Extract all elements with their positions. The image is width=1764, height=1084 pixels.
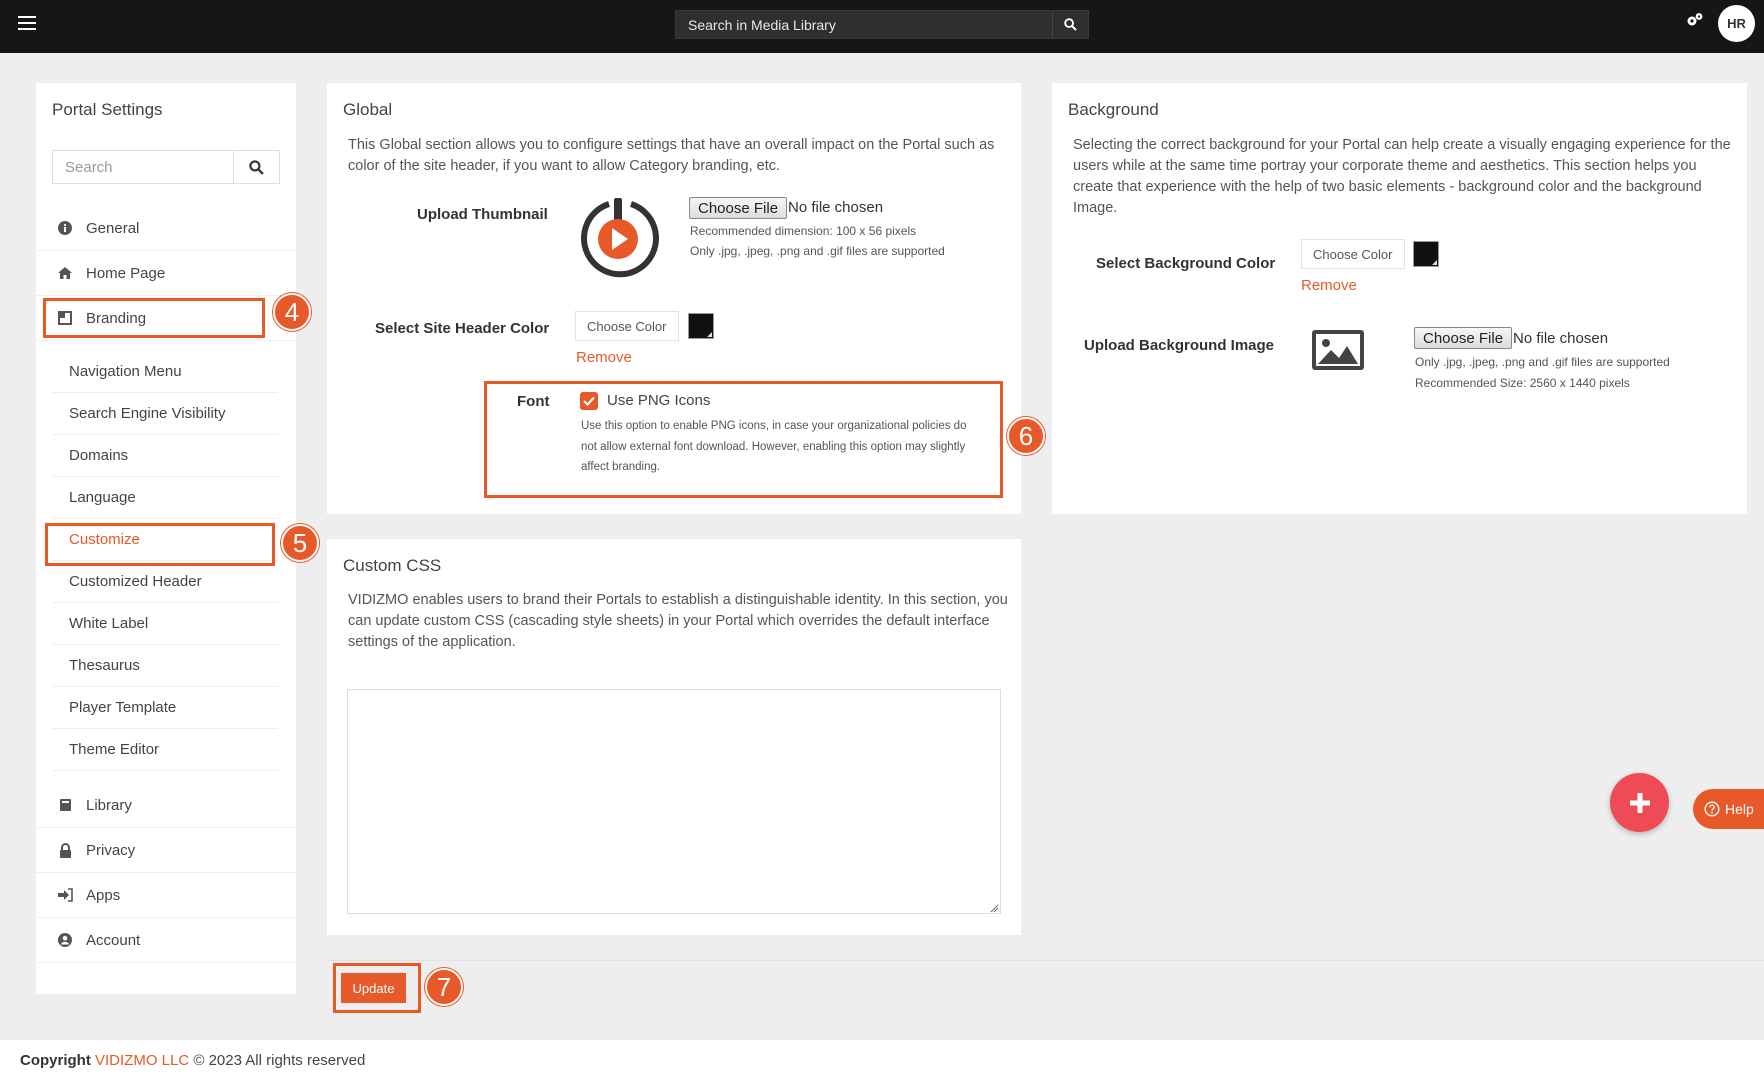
- step-badge-4: 4: [273, 293, 311, 331]
- background-description: Selecting the correct background for you…: [1073, 137, 1731, 216]
- top-navbar: Search in Media Library HR: [0, 0, 1764, 53]
- custom-css-textarea[interactable]: [347, 689, 1001, 914]
- sidebar-subitem-white-label[interactable]: White Label: [52, 603, 278, 645]
- background-image-label: Upload Background Image: [1084, 337, 1275, 354]
- sidebar-subitem-customized-header[interactable]: Customized Header: [52, 561, 278, 603]
- custom-css-title: Custom CSS: [343, 556, 442, 575]
- sidebar-subitem-label: Navigation Menu: [69, 363, 182, 380]
- resize-handle-icon[interactable]: [989, 900, 999, 918]
- upload-thumbnail-label: Upload Thumbnail: [417, 206, 548, 223]
- help-button[interactable]: Help: [1693, 789, 1764, 829]
- sidebar-subitem-label: Domains: [69, 447, 129, 464]
- step-badge-5: 5: [281, 524, 319, 562]
- sidebar-subitem-search-engine-visibility[interactable]: Search Engine Visibility: [52, 393, 278, 435]
- image-placeholder-icon: [1311, 329, 1365, 376]
- header-color-label: Select Site Header Color: [375, 320, 550, 337]
- sidebar-item-account[interactable]: Account: [36, 918, 296, 963]
- highlight-box-customize: [45, 523, 275, 566]
- sidebar-subitem-theme-editor[interactable]: Theme Editor: [52, 729, 278, 771]
- background-size-note: Recommended Size: 2560 x 1440 pixels: [1415, 376, 1630, 390]
- info-circle-icon: [56, 221, 74, 235]
- company-link[interactable]: VIDIZMO LLC: [95, 1052, 189, 1069]
- sidebar-subitem-label: Language: [69, 489, 136, 506]
- user-avatar[interactable]: HR: [1718, 5, 1755, 42]
- sidebar-item-library[interactable]: Library: [36, 783, 296, 828]
- background-color-label: Select Background Color: [1096, 255, 1276, 272]
- thumbnail-no-file-text: No file chosen: [788, 199, 884, 216]
- sidebar-search[interactable]: Search: [52, 150, 280, 184]
- copyright-suffix: © 2023 All rights reserved: [193, 1052, 366, 1069]
- highlight-box-branding: [43, 298, 265, 338]
- background-format-note: Only .jpg, .jpeg, .png and .gif files ar…: [1415, 355, 1670, 369]
- sidebar-item-privacy[interactable]: Privacy: [36, 828, 296, 873]
- background-title: Background: [1068, 100, 1159, 119]
- sidebar-title: Portal Settings: [52, 100, 163, 119]
- sidebar-item-label: Privacy: [86, 841, 136, 859]
- thumbnail-dimension-note: Recommended dimension: 100 x 56 pixels: [690, 224, 917, 238]
- sidebar-search-input[interactable]: Search: [65, 159, 113, 176]
- sidebar-item-home-page[interactable]: Home Page: [36, 251, 296, 296]
- sign-in-icon: [56, 888, 74, 902]
- copyright-text: Copyright VIDIZMO LLC © 2023 All rights …: [20, 1052, 365, 1069]
- thumbnail-format-note: Only .jpg, .jpeg, .png and .gif files ar…: [690, 244, 945, 258]
- sidebar-subitem-label: Player Template: [69, 699, 177, 716]
- search-icon[interactable]: [1052, 11, 1088, 38]
- settings-gears-icon[interactable]: [1686, 12, 1704, 33]
- sidebar-subitem-navigation-menu[interactable]: Navigation Menu: [52, 351, 278, 393]
- background-choose-file-button[interactable]: Choose File: [1414, 327, 1513, 349]
- help-label: Help: [1725, 801, 1754, 817]
- sidebar-subitem-label: Thesaurus: [69, 657, 140, 674]
- header-choose-color-button[interactable]: Choose Color: [575, 311, 679, 341]
- background-color-remove-link[interactable]: Remove: [1301, 277, 1357, 294]
- media-search-box[interactable]: Search in Media Library: [675, 10, 1089, 39]
- sidebar-item-apps[interactable]: Apps: [36, 873, 296, 918]
- background-choose-color-button[interactable]: Choose Color: [1301, 239, 1405, 269]
- lock-icon: [56, 842, 74, 858]
- header-color-swatch[interactable]: [688, 313, 714, 339]
- background-panel: Background Selecting the correct backgro…: [1052, 83, 1747, 514]
- search-icon[interactable]: [233, 151, 279, 183]
- sidebar-subitem-player-template[interactable]: Player Template: [52, 687, 278, 729]
- sidebar-subitem-label: Customized Header: [69, 573, 202, 590]
- home-icon: [56, 266, 74, 280]
- sidebar-item-general[interactable]: General: [36, 206, 296, 251]
- media-search-input[interactable]: Search in Media Library: [688, 17, 836, 33]
- highlight-box-font: [484, 381, 1003, 498]
- header-color-remove-link[interactable]: Remove: [576, 349, 632, 366]
- sidebar-subitem-domains[interactable]: Domains: [52, 435, 278, 477]
- background-no-file-text: No file chosen: [1513, 330, 1609, 347]
- divider: [327, 960, 1764, 961]
- sidebar-item-label: Library: [86, 796, 132, 814]
- question-circle-icon: [1704, 801, 1720, 817]
- custom-css-description: VIDIZMO enables users to brand their Por…: [348, 592, 1008, 650]
- plus-icon: [1629, 792, 1650, 813]
- sidebar-subitem-label: Search Engine Visibility: [69, 405, 226, 422]
- update-button[interactable]: Update: [341, 973, 406, 1003]
- sidebar-subitem-label: Theme Editor: [69, 741, 160, 758]
- sidebar-subitem-thesaurus[interactable]: Thesaurus: [52, 645, 278, 687]
- sidebar-item-label: Home Page: [86, 264, 166, 282]
- footer: Copyright VIDIZMO LLC © 2023 All rights …: [0, 1040, 1764, 1084]
- step-badge-6: 6: [1007, 417, 1045, 455]
- book-icon: [56, 798, 74, 812]
- sidebar-item-label: Account: [86, 931, 141, 949]
- copyright-prefix: Copyright: [20, 1052, 91, 1069]
- step-badge-7: 7: [425, 968, 463, 1006]
- sidebar-subitem-language[interactable]: Language: [52, 477, 278, 519]
- thumbnail-play-logo-icon: [575, 196, 661, 285]
- add-fab-button[interactable]: [1610, 773, 1669, 832]
- thumbnail-choose-file-button[interactable]: Choose File: [689, 197, 788, 219]
- global-title: Global: [343, 100, 393, 119]
- user-circle-icon: [56, 933, 74, 947]
- sidebar-subitem-label: White Label: [69, 615, 149, 632]
- global-description: This Global section allows you to config…: [348, 137, 995, 174]
- background-color-swatch[interactable]: [1413, 241, 1439, 267]
- sidebar-item-label: General: [86, 219, 140, 237]
- sidebar-item-label: Apps: [86, 886, 121, 904]
- custom-css-panel: Custom CSS VIDIZMO enables users to bran…: [327, 539, 1021, 935]
- hamburger-menu-icon[interactable]: [18, 16, 36, 30]
